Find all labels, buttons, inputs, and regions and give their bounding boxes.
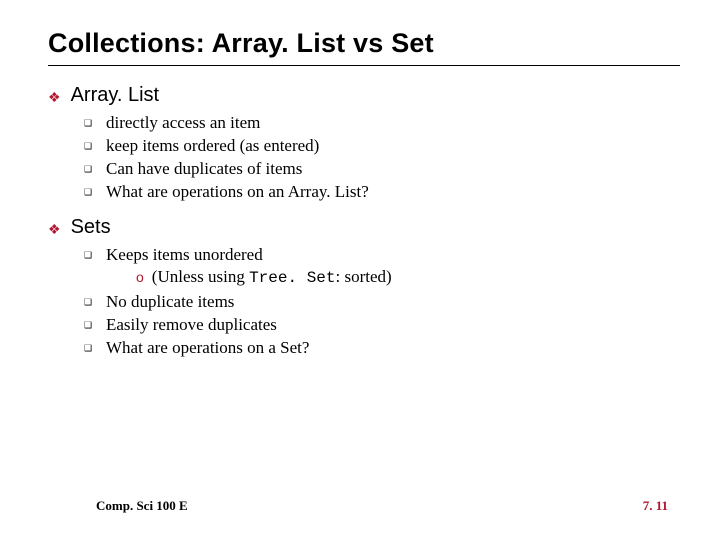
- slide-number: 7. 11: [643, 498, 668, 514]
- list-item: ❑ Easily remove duplicates: [84, 315, 680, 335]
- sub-item-text: (Unless using Tree. Set: sorted): [152, 267, 392, 287]
- list-item: ❑ No duplicate items: [84, 292, 680, 312]
- sub-mono: Tree. Set: [249, 269, 335, 287]
- item-text: directly access an item: [106, 113, 260, 133]
- item-text: Keeps items unordered: [106, 245, 263, 264]
- diamond-bullet-icon: ❖: [48, 92, 61, 106]
- item-body: Keeps items unordered o (Unless using Tr…: [106, 245, 392, 289]
- sets-items: ❑ Keeps items unordered o (Unless using …: [84, 245, 680, 358]
- main-list: ❖ Array. List ❑ directly access an item …: [48, 84, 680, 358]
- slide-footer: Comp. Sci 100 E 7. 11: [0, 498, 720, 514]
- square-bullet-icon: ❑: [84, 118, 94, 129]
- sub-suffix: : sorted): [336, 267, 392, 286]
- arraylist-items: ❑ directly access an item ❑ keep items o…: [84, 113, 680, 202]
- slide-title: Collections: Array. List vs Set: [48, 28, 680, 66]
- sub-list: o (Unless using Tree. Set: sorted): [136, 267, 392, 287]
- list-item: ❑ Can have duplicates of items: [84, 159, 680, 179]
- list-item: ❑ directly access an item: [84, 113, 680, 133]
- square-bullet-icon: ❑: [84, 250, 94, 261]
- list-item: ❑ What are operations on a Set?: [84, 338, 680, 358]
- circle-bullet-icon: o: [136, 269, 144, 285]
- item-text: What are operations on an Array. List?: [106, 182, 369, 202]
- list-item: ❑ What are operations on an Array. List?: [84, 182, 680, 202]
- item-text: Can have duplicates of items: [106, 159, 302, 179]
- square-bullet-icon: ❑: [84, 141, 94, 152]
- item-text: No duplicate items: [106, 292, 234, 312]
- diamond-bullet-icon: ❖: [48, 224, 61, 238]
- course-code: Comp. Sci 100 E: [96, 498, 188, 514]
- square-bullet-icon: ❑: [84, 343, 94, 354]
- square-bullet-icon: ❑: [84, 297, 94, 308]
- section-label: Sets: [71, 216, 111, 239]
- sub-prefix: (Unless using: [152, 267, 249, 286]
- sub-item: o (Unless using Tree. Set: sorted): [136, 267, 392, 287]
- square-bullet-icon: ❑: [84, 320, 94, 331]
- item-text: What are operations on a Set?: [106, 338, 309, 358]
- item-text: Easily remove duplicates: [106, 315, 277, 335]
- section-sets: ❖ Sets ❑ Keeps items unordered o (Unless…: [48, 216, 680, 358]
- section-label: Array. List: [71, 84, 160, 107]
- item-text: keep items ordered (as entered): [106, 136, 319, 156]
- list-item: ❑ keep items ordered (as entered): [84, 136, 680, 156]
- square-bullet-icon: ❑: [84, 187, 94, 198]
- section-arraylist: ❖ Array. List ❑ directly access an item …: [48, 84, 680, 202]
- list-item: ❑ Keeps items unordered o (Unless using …: [84, 245, 680, 289]
- square-bullet-icon: ❑: [84, 164, 94, 175]
